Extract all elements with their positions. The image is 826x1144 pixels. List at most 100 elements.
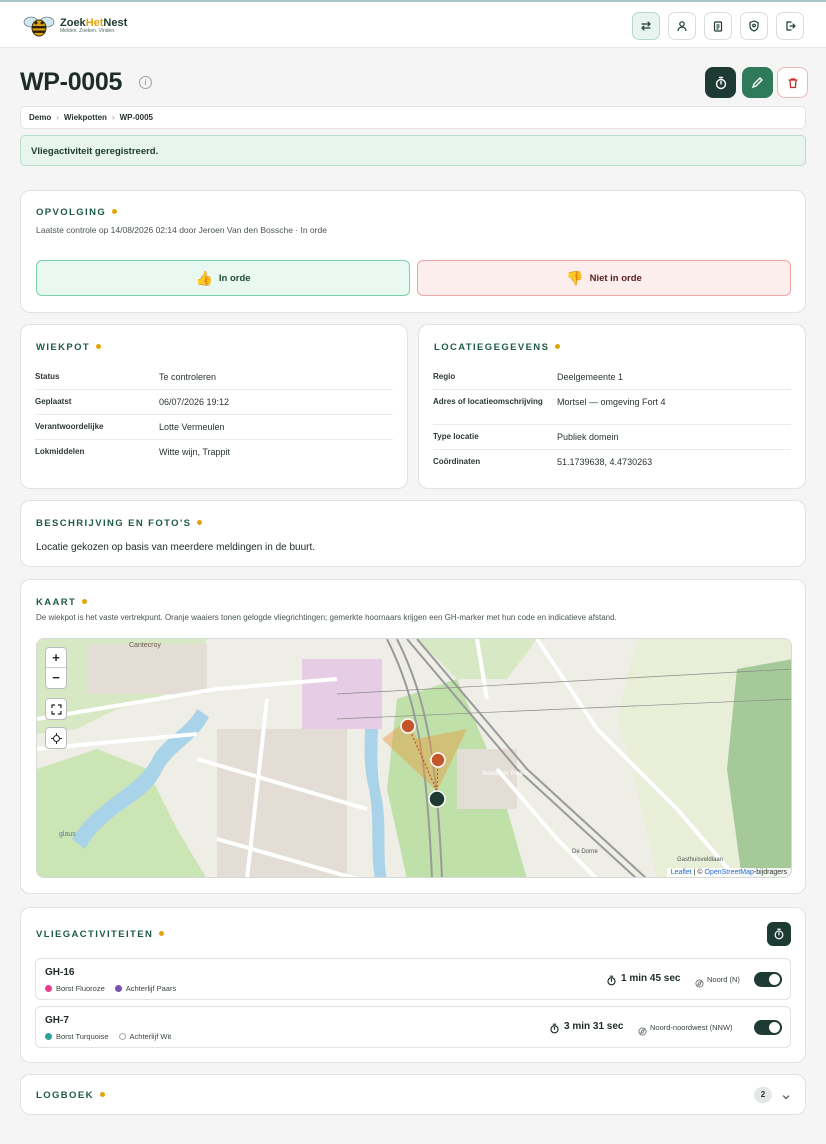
top-nav (632, 12, 804, 40)
breadcrumb-current: WP-0005 (119, 113, 153, 122)
logboek-card[interactable]: LOGBOEK 2 (20, 1074, 806, 1115)
detail-value: Lotte Vermeulen (159, 422, 225, 432)
fullscreen-icon (50, 703, 62, 715)
map-label: Gasthuisveldlaan (677, 857, 724, 863)
breadcrumb-wiekpotten[interactable]: Wiekpotten (64, 113, 107, 122)
flight-time: 1 min 45 sec (621, 973, 681, 984)
attribution-sep: | © (691, 869, 705, 876)
locate-button[interactable] (45, 727, 67, 749)
page-title: WP-0005 (20, 68, 123, 96)
detail-row: Adres of locatieomschrijving Mortsel — om… (433, 390, 791, 425)
opvolging-heading: OPVOLGING (36, 207, 118, 218)
flight-tags: Borst Turquoise Achterlijf Wit (45, 1032, 171, 1041)
flight-code: GH-16 (45, 967, 75, 978)
crosshair-icon (50, 732, 62, 744)
zoom-out-button[interactable]: − (46, 668, 66, 688)
breadcrumb-demo[interactable]: Demo (29, 113, 51, 122)
wasp-logo-icon (23, 16, 55, 37)
breadcrumb-sep: › (56, 113, 59, 122)
map-label: De Dorne (572, 849, 598, 855)
zoom-in-button[interactable]: + (46, 648, 66, 668)
detail-label: Geplaatst (35, 397, 72, 406)
success-alert: Vliegactiviteit geregistreerd. (20, 135, 806, 166)
wiekpot-card: WIEKPOT Status Te controleren Geplaatst 06… (20, 324, 408, 489)
top-bar: ZoekHetNest Melden. Zoeken. Vinden. (0, 0, 826, 48)
logout-button[interactable] (776, 12, 804, 40)
logboek-heading: LOGBOEK (36, 1090, 105, 1101)
add-flight-button[interactable] (767, 922, 791, 946)
flight-item[interactable]: GH-16 Borst Fluoroze Achterlijf Paars 1 … (35, 958, 791, 1000)
detail-label: Type locatie (433, 432, 479, 441)
chevron-down-icon[interactable] (781, 1089, 791, 1107)
locatie-card: LOCATIEGEGEVENS Regio Deelgemeente 1 Adre… (418, 324, 806, 489)
detail-label: Lokmiddelen (35, 447, 85, 456)
timer-icon (606, 973, 617, 991)
flight-tags: Borst Fluoroze Achterlijf Paars (45, 984, 176, 993)
leaflet-link[interactable]: Leaflet (671, 869, 692, 876)
kaart-subtitle: De wiekpot is het vaste vertrekpunt. Ora… (36, 613, 617, 622)
map-attribution: Leaflet | © OpenStreetMap-bijdragers (666, 868, 791, 877)
admin-button[interactable] (740, 12, 768, 40)
pencil-icon (751, 77, 763, 89)
map-label: glaus (59, 831, 76, 838)
edit-button[interactable] (742, 67, 773, 98)
tag-achterlijf: Achterlijf Paars (114, 984, 176, 993)
detail-value: Publiek domein (557, 432, 619, 442)
logout-icon (786, 21, 796, 31)
detail-label: Status (35, 372, 60, 381)
wiekpot-heading: WIEKPOT (36, 342, 102, 353)
swap-icon (641, 21, 651, 31)
info-icon[interactable]: i (139, 76, 152, 89)
reports-button[interactable] (704, 12, 732, 40)
niet-in-orde-button[interactable]: 👎 Niet in orde (417, 260, 791, 296)
vlieg-card: VLIEGACTIVITEITEN GH-16 Borst Fluoroze A… (20, 907, 806, 1063)
flight-direction: Noord (N) (707, 975, 740, 984)
compass-icon (638, 1023, 647, 1041)
timer-icon (549, 1021, 560, 1039)
detail-row: Status Te controleren (35, 365, 393, 390)
switch-button[interactable] (632, 12, 660, 40)
profile-button[interactable] (668, 12, 696, 40)
flight-item[interactable]: GH-7 Borst Turquoise Achterlijf Wit 3 mi… (35, 1006, 791, 1048)
niet-in-orde-label: Niet in orde (589, 272, 642, 284)
logboek-count-badge: 2 (754, 1087, 772, 1103)
beschrijving-text: Locatie gekozen op basis van meerdere me… (36, 542, 316, 553)
detail-label: Regio (433, 372, 456, 381)
attribution-suffix: -bijdragers (753, 869, 787, 876)
beschrijving-card: BESCHRIJVING EN FOTO'S Locatie gekozen o… (20, 500, 806, 567)
locatie-details: Regio Deelgemeente 1 Adres of locatieomsc… (433, 365, 791, 475)
flight-toggle[interactable] (754, 1020, 782, 1035)
logo[interactable]: ZoekHetNest Melden. Zoeken. Vinden. (22, 12, 127, 40)
detail-row: Verantwoordelijke Lotte Vermeulen (35, 415, 393, 440)
in-orde-label: In orde (218, 272, 251, 284)
log-flight-button[interactable] (705, 67, 736, 98)
trash-icon (787, 77, 798, 88)
locatie-heading: LOCATIEGEGEVENS (434, 342, 561, 353)
map-label: Bloeiende Pagen (482, 771, 528, 777)
thumbs-up-icon: 👍 (195, 269, 213, 286)
thumbs-down-icon: 👎 (566, 269, 584, 286)
beschrijving-heading: BESCHRIJVING EN FOTO'S (36, 518, 203, 529)
tag-borst: Borst Turquoise (45, 1032, 109, 1041)
osm-link[interactable]: OpenStreetMap (705, 869, 754, 876)
detail-label: Verantwoordelijke (35, 422, 104, 431)
fullscreen-button[interactable] (45, 698, 67, 720)
stopwatch-icon (715, 76, 726, 89)
detail-value: 06/07/2026 19:12 (159, 397, 230, 407)
detail-row: Regio Deelgemeente 1 (433, 365, 791, 390)
kaart-heading: KAART (36, 597, 88, 608)
shield-icon (749, 20, 759, 32)
flight-toggle[interactable] (754, 972, 782, 987)
tag-achterlijf: Achterlijf Wit (118, 1032, 171, 1041)
delete-button[interactable] (777, 67, 808, 98)
tag-borst: Borst Fluoroze (45, 984, 105, 993)
detail-row: Geplaatst 06/07/2026 19:12 (35, 390, 393, 415)
vlieg-heading: VLIEGACTIVITEITEN (36, 929, 165, 940)
detail-row: Coördinaten 51.1739638, 4.4730263 (433, 450, 791, 475)
compass-icon (695, 975, 704, 993)
in-orde-button[interactable]: 👍 In orde (36, 260, 410, 296)
kaart-card: KAART De wiekpot is het vaste vertrekpun… (20, 579, 806, 894)
wiekpot-details: Status Te controleren Geplaatst 06/07/2026… (35, 365, 393, 465)
map[interactable]: + − Cantecroy Bloeiende Pagen De Dorne G… (36, 638, 792, 878)
clipboard-icon (713, 21, 723, 32)
